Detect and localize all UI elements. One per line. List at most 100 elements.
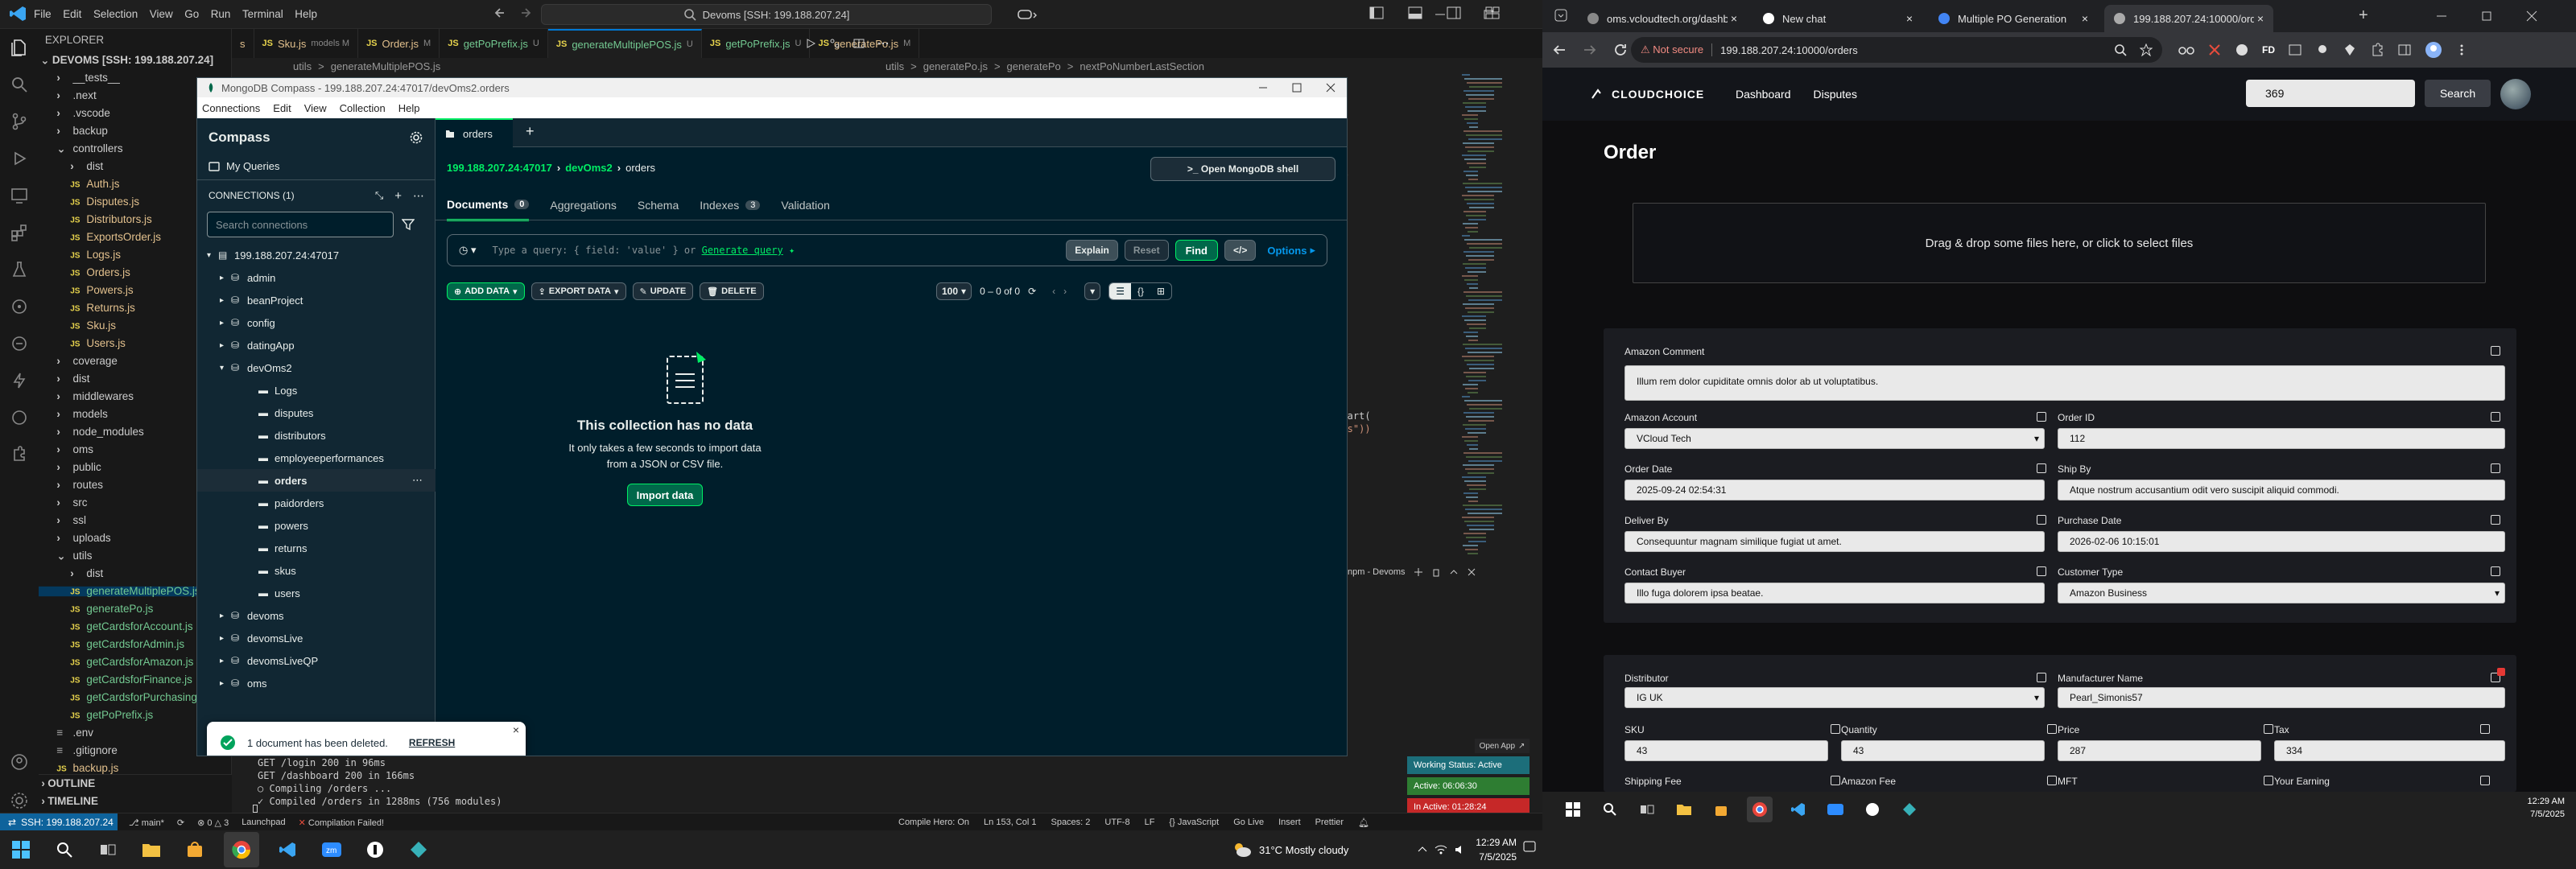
page-size-select[interactable]: 100 ▾	[936, 282, 972, 300]
file-explorer-icon[interactable]	[137, 835, 166, 864]
bell-icon[interactable]: 🔔︎	[1358, 818, 1369, 828]
menu-run[interactable]: Run	[211, 8, 231, 21]
breadcrumb-item[interactable]: >	[318, 60, 324, 72]
wifi-icon[interactable]	[1435, 843, 1447, 856]
copy-icon[interactable]	[1831, 776, 1840, 785]
extension-image-icon[interactable]	[2288, 43, 2302, 57]
compass-menu-view[interactable]: View	[304, 102, 327, 114]
add-connection-icon[interactable]: +	[394, 189, 402, 203]
volume-icon[interactable]	[1454, 843, 1467, 856]
compass-menu-edit[interactable]: Edit	[273, 102, 291, 114]
tree-item[interactable]: ▸ ⛁ devomsLiveQP	[197, 649, 436, 672]
options-button[interactable]: Options ▸	[1262, 240, 1320, 261]
tree-item[interactable]: ▬ skus	[197, 559, 436, 582]
extension-fd-icon[interactable]: FD	[2262, 44, 2275, 56]
refresh-icon[interactable]: ⟳	[1028, 286, 1036, 297]
forward-icon[interactable]	[517, 5, 533, 21]
close-icon[interactable]	[1326, 83, 1335, 93]
editor-tab[interactable]: JS getPoPrefix.js U	[440, 29, 548, 58]
breadcrumb-item[interactable]: >	[1067, 60, 1074, 72]
file-explorer-icon[interactable]	[1673, 798, 1695, 821]
table-view-icon[interactable]: ⊞	[1150, 286, 1171, 297]
extensions-puzzle-icon[interactable]	[2370, 43, 2384, 57]
code-toggle-button[interactable]: </>	[1224, 240, 1257, 261]
field-select[interactable]: Amazon Business ▾	[2058, 583, 2505, 603]
terminal-name[interactable]: npm - Devoms	[1348, 567, 1406, 577]
docker-icon[interactable]	[0, 399, 39, 436]
copy-icon[interactable]	[2491, 515, 2500, 525]
subtab-indexes[interactable]: Indexes 3	[700, 189, 761, 221]
indentation[interactable]: Spaces: 2	[1051, 818, 1090, 827]
tab-search-icon[interactable]	[1554, 8, 1568, 23]
timeline-section[interactable]: › TIMELINE	[39, 795, 228, 807]
menu-terminal[interactable]: Terminal	[242, 8, 283, 21]
search-connections-input[interactable]: Search connections	[207, 212, 394, 237]
subtab-schema[interactable]: Schema	[638, 189, 679, 221]
collapse-all-icon[interactable]: ⤡	[375, 189, 383, 202]
search-icon[interactable]	[0, 66, 39, 103]
profile-avatar[interactable]	[2425, 41, 2442, 59]
app-search-input[interactable]: 369	[2246, 80, 2415, 107]
insert-mode[interactable]: Insert	[1278, 818, 1301, 827]
tree-item[interactable]: ▸ ⛁ devomsLive	[197, 627, 436, 649]
tray-chevron-icon[interactable]	[1417, 844, 1428, 855]
copy-icon[interactable]	[2037, 515, 2046, 525]
copy-icon[interactable]	[2037, 566, 2046, 576]
copy-icon[interactable]	[2047, 724, 2057, 734]
field-input[interactable]: 43	[1841, 740, 2045, 761]
new-tab-icon[interactable]: +	[526, 123, 535, 140]
open-shell-button[interactable]: >_ Open MongoDB shell	[1150, 157, 1335, 181]
tree-item[interactable]: ▬ users	[197, 582, 436, 604]
compass-menu-help[interactable]: Help	[398, 102, 420, 114]
copy-icon[interactable]	[2491, 463, 2500, 473]
outline-section[interactable]: › OUTLINE	[39, 777, 228, 789]
editor-tab[interactable]: JS getPoPrefix.js U	[702, 29, 811, 58]
extension-bulb-icon[interactable]	[2315, 43, 2330, 57]
field-input[interactable]: 287	[2058, 740, 2261, 761]
restore-icon[interactable]	[1483, 9, 1494, 20]
app-circle-icon[interactable]	[361, 835, 390, 864]
account-icon[interactable]	[0, 743, 39, 780]
export-data-button[interactable]: ⇪ EXPORT DATA ▾	[530, 282, 626, 300]
breadcrumb-item[interactable]: generatePo.js	[923, 60, 988, 72]
generate-query-link[interactable]: Generate query	[702, 245, 783, 256]
weather-widget[interactable]: 31°C Mostly cloudy	[1232, 830, 1348, 869]
breadcrumb-item[interactable]: nextPoNumberLastSection	[1080, 60, 1204, 72]
breadcrumb-item[interactable]: generatePo	[1007, 60, 1061, 72]
tree-item[interactable]: ▸ ⛁ admin	[197, 266, 436, 289]
compass-taskbar-icon[interactable]	[404, 835, 433, 864]
vscode-taskbar-icon[interactable]	[1787, 798, 1810, 821]
reset-button[interactable]: Reset	[1124, 240, 1169, 261]
not-secure-indicator[interactable]: ⚠ Not secure	[1641, 43, 1703, 56]
extension-glasses-icon[interactable]	[2178, 43, 2194, 57]
amazon-comment-textarea[interactable]: Illum rem dolor cupiditate omnis dolor a…	[1624, 365, 2505, 401]
tree-item[interactable]: ▬ orders ⋯	[197, 469, 436, 492]
bookmark-star-icon[interactable]	[2140, 43, 2153, 56]
encoding[interactable]: UTF-8	[1104, 818, 1129, 827]
explorer-icon[interactable]	[0, 29, 39, 66]
extensions-icon[interactable]	[0, 214, 39, 251]
reload-icon[interactable]	[1613, 43, 1628, 57]
problems-indicator[interactable]: ⊗ 0 △ 3	[197, 818, 229, 828]
taskbar-clock[interactable]: 12:29 AM 7/5/2025	[2516, 795, 2565, 821]
query-input[interactable]: Type a query: { field: 'value' } or Gene…	[492, 245, 795, 256]
extension-gem-icon[interactable]	[2343, 43, 2357, 57]
compile-hero-toggle[interactable]: Compile Hero: On	[898, 818, 969, 827]
settings-gear-icon[interactable]	[410, 131, 423, 144]
tree-item[interactable]: ▸ ⛁ config	[197, 311, 436, 334]
chrome-taskbar-icon[interactable]	[1747, 797, 1773, 822]
copy-icon[interactable]	[2491, 566, 2500, 576]
json-view-icon[interactable]: {}	[1131, 286, 1150, 297]
maximize-icon[interactable]	[1292, 83, 1302, 93]
breadcrumb-item[interactable]: >	[994, 60, 1001, 72]
launchpad-button[interactable]: Launchpad	[242, 818, 285, 827]
puzzle-icon[interactable]	[0, 436, 39, 473]
find-button[interactable]: Find	[1174, 240, 1218, 261]
tree-item[interactable]: ▸ ⛁ datingApp	[197, 334, 436, 356]
tree-item[interactable]: JS backup.js	[39, 762, 228, 774]
chrome-tab[interactable]: 199.188.207.24:10000/orders×	[2104, 5, 2273, 32]
windows-start-icon[interactable]	[1562, 798, 1584, 821]
toggle-panel-icon[interactable]	[1407, 5, 1423, 21]
tree-item[interactable]: ▬ returns	[197, 537, 436, 559]
source-control-icon[interactable]	[0, 103, 39, 140]
